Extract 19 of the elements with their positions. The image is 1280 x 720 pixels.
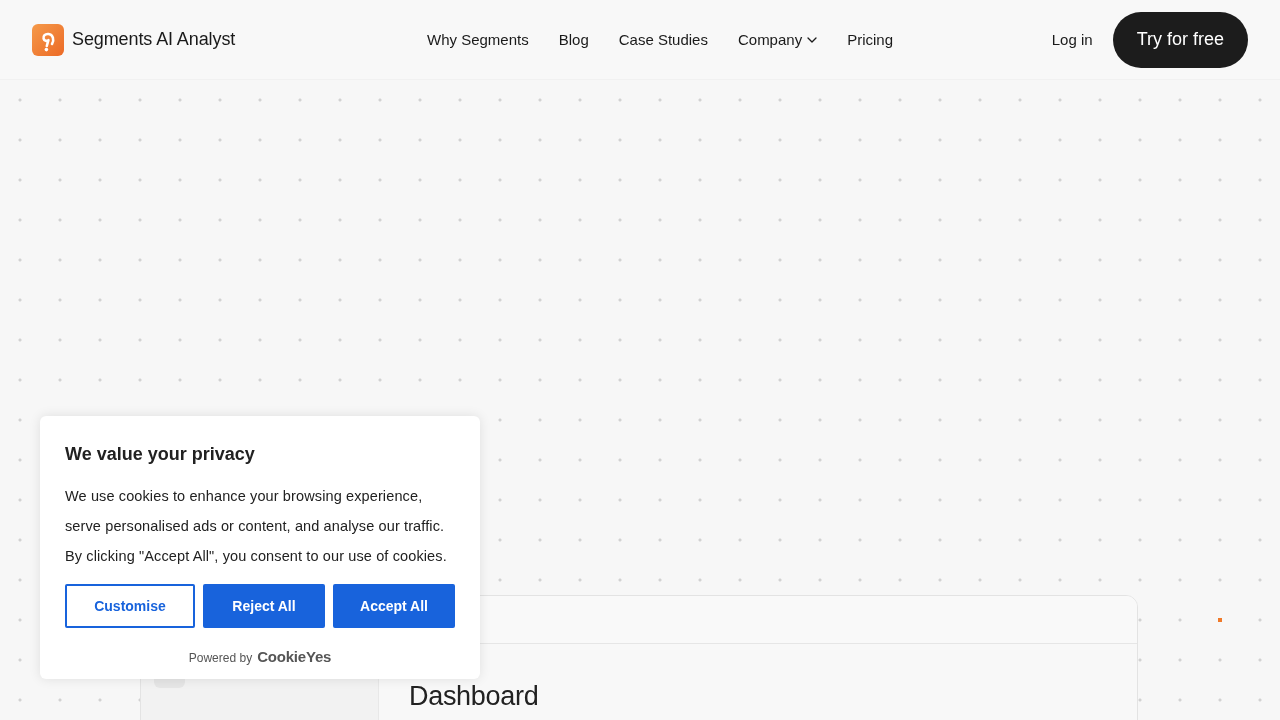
cookie-button[interactable]: Reject All (203, 584, 325, 628)
chevron-down-icon (807, 36, 818, 43)
powered-by-label: Powered by (188, 651, 253, 665)
cookie-button[interactable]: Customise (65, 584, 195, 628)
cookie-title: We value your privacy (65, 443, 256, 465)
nav-link[interactable]: Pricing (847, 31, 893, 48)
logo-icon[interactable] (32, 23, 64, 56)
try-for-free-button[interactable]: Try for free (1112, 11, 1248, 68)
square-marker-icon (1218, 618, 1222, 622)
cookie-button[interactable]: Accept All (333, 584, 455, 628)
nav-link[interactable]: Why Segments (427, 31, 529, 48)
cookie-message: We use cookies to enhance your browsing experience, serve personalised ads or content, and analyse our traffic. By clicking "Accept All", you consent to our use of cookies. (65, 487, 448, 566)
cookieyes-logo[interactable]: CookieYes (257, 648, 332, 665)
nav-link[interactable]: Case Studies (618, 31, 708, 48)
login-link[interactable]: Log in (1051, 31, 1093, 48)
brand-name[interactable]: Segments AI Analyst (72, 29, 236, 50)
nav-dropdown[interactable]: Company (737, 31, 818, 48)
dashboard-title: Dashboard (409, 681, 539, 712)
nav-link[interactable]: Blog (558, 31, 589, 48)
